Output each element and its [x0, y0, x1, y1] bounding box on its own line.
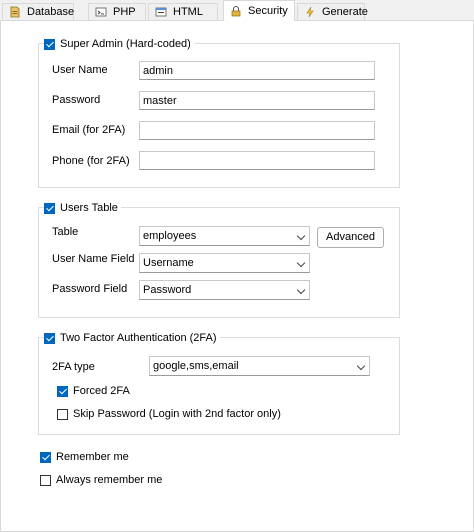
two-factor-type-value: google,sms,email — [153, 360, 239, 372]
forced-2fa-label: Forced 2FA — [73, 385, 130, 397]
users-table-checkbox[interactable] — [44, 202, 55, 214]
chevron-down-icon — [296, 231, 306, 241]
user-name-field-label: User Name Field — [52, 253, 135, 265]
two-factor-group: Two Factor Authentication (2FA) 2FA type… — [38, 330, 400, 435]
password-input[interactable]: master — [139, 91, 375, 110]
password-field-value: Password — [143, 284, 192, 296]
lock-icon — [230, 5, 242, 17]
table-select[interactable]: employees — [139, 226, 310, 246]
user-name-input[interactable]: admin — [139, 61, 375, 80]
chevron-down-icon — [356, 361, 366, 371]
super-admin-checkbox[interactable] — [44, 38, 55, 50]
super-admin-title[interactable]: Super Admin (Hard-coded) — [44, 36, 194, 52]
users-table-title-label: Users Table — [60, 202, 118, 214]
html-icon — [155, 6, 167, 18]
two-factor-title-label: Two Factor Authentication (2FA) — [60, 332, 217, 344]
tab-database-label: Database — [27, 6, 75, 18]
always-remember-me-label: Always remember me — [56, 474, 163, 486]
forced-2fa-row[interactable]: Forced 2FA — [57, 385, 130, 397]
tab-security-label: Security — [248, 5, 288, 17]
tab-generate-label: Generate — [322, 6, 368, 18]
super-admin-group: Super Admin (Hard-coded) User Name admin… — [38, 36, 400, 188]
remember-me-checkbox[interactable] — [40, 451, 51, 463]
table-select-value: employees — [143, 230, 197, 242]
database-icon — [9, 6, 21, 18]
skip-password-row[interactable]: Skip Password (Login with 2nd factor onl… — [57, 408, 281, 420]
php-icon — [95, 6, 107, 18]
tab-generate[interactable]: Generate — [297, 3, 368, 20]
users-table-title[interactable]: Users Table — [44, 200, 121, 216]
tab-php[interactable]: PHP — [88, 3, 146, 20]
tab-html[interactable]: HTML — [148, 3, 218, 20]
tab-security[interactable]: Security — [223, 0, 295, 21]
table-label: Table — [52, 226, 79, 238]
phone-label: Phone (for 2FA) — [52, 155, 130, 167]
phone-input[interactable] — [139, 151, 375, 170]
two-factor-title[interactable]: Two Factor Authentication (2FA) — [44, 330, 220, 346]
tab-strip: Database PHP HTML Security Generate — [0, 0, 474, 21]
chevron-down-icon — [296, 258, 306, 268]
users-table-group: Users Table Table employees Advanced Use… — [38, 200, 400, 318]
tab-php-label: PHP — [113, 6, 136, 18]
skip-password-checkbox[interactable] — [57, 408, 68, 420]
security-panel: Super Admin (Hard-coded) User Name admin… — [0, 20, 474, 532]
password-field-select[interactable]: Password — [139, 280, 310, 300]
always-remember-me-checkbox[interactable] — [40, 474, 51, 486]
email-label: Email (for 2FA) — [52, 124, 126, 136]
user-name-field-value: Username — [143, 257, 194, 269]
tab-html-label: HTML — [173, 6, 203, 18]
user-name-label: User Name — [52, 64, 108, 76]
two-factor-type-label: 2FA type — [52, 361, 95, 373]
chevron-down-icon — [296, 285, 306, 295]
advanced-button[interactable]: Advanced — [317, 227, 384, 248]
remember-me-row[interactable]: Remember me — [40, 451, 129, 463]
tab-database[interactable]: Database — [2, 3, 74, 20]
user-name-field-select[interactable]: Username — [139, 253, 310, 273]
password-field-label: Password Field — [52, 283, 128, 295]
lightning-icon — [304, 6, 316, 18]
two-factor-checkbox[interactable] — [44, 332, 55, 344]
super-admin-title-label: Super Admin (Hard-coded) — [60, 38, 191, 50]
email-input[interactable] — [139, 121, 375, 140]
always-remember-me-row[interactable]: Always remember me — [40, 474, 162, 486]
password-label: Password — [52, 94, 101, 106]
forced-2fa-checkbox[interactable] — [57, 385, 68, 397]
skip-password-label: Skip Password (Login with 2nd factor onl… — [73, 408, 281, 420]
remember-me-label: Remember me — [56, 451, 129, 463]
two-factor-type-select[interactable]: google,sms,email — [149, 356, 370, 376]
